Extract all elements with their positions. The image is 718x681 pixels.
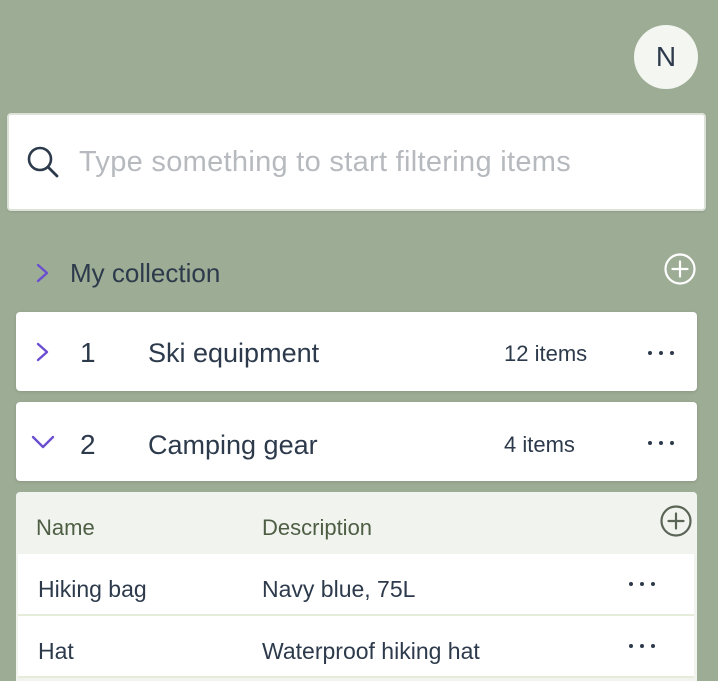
group-item-count: 4 items	[504, 432, 575, 457]
more-options-icon[interactable]	[648, 437, 674, 449]
add-item-button[interactable]	[659, 504, 693, 538]
table-row[interactable]: Hat Waterproof hiking hat	[18, 616, 694, 678]
item-description: Waterproof hiking hat	[262, 638, 480, 664]
search-input[interactable]	[79, 145, 649, 179]
item-name: Hat	[38, 638, 74, 664]
collection-title: My collection	[70, 257, 221, 288]
more-options-icon[interactable]	[629, 640, 655, 652]
page: N My collection 1 Ski equipment 12 items	[0, 0, 718, 681]
more-options-icon[interactable]	[648, 347, 674, 359]
table-header: Name Description	[16, 492, 697, 552]
more-options-icon[interactable]	[629, 578, 655, 590]
search-box[interactable]	[7, 113, 706, 211]
plus-circle-icon	[664, 253, 696, 285]
group-number: 2	[80, 429, 96, 460]
avatar-initial: N	[655, 41, 677, 72]
chevron-down-icon[interactable]	[30, 429, 56, 455]
table-row[interactable]: Hiking bag Navy blue, 75L	[18, 554, 694, 616]
group-number: 1	[80, 337, 96, 368]
group-row-camping-gear[interactable]: 2 Camping gear 4 items	[16, 402, 697, 481]
avatar[interactable]: N	[634, 25, 698, 89]
group-item-count: 12 items	[504, 341, 588, 366]
plus-circle-icon	[660, 505, 692, 537]
chevron-right-icon[interactable]	[30, 260, 56, 286]
group-name: Camping gear	[148, 430, 318, 460]
search-icon	[27, 146, 59, 178]
item-name: Hiking bag	[38, 576, 147, 602]
group-name: Ski equipment	[148, 338, 320, 368]
column-header-description: Description	[262, 515, 373, 540]
chevron-right-icon[interactable]	[30, 339, 56, 365]
items-table: Name Description Hiking bag Navy blue, 7…	[16, 492, 697, 681]
group-row-ski-equipment[interactable]: 1 Ski equipment 12 items	[16, 312, 697, 391]
item-description: Navy blue, 75L	[262, 576, 416, 602]
column-header-name: Name	[36, 515, 95, 540]
collection-header[interactable]: My collection	[16, 248, 698, 298]
add-group-button[interactable]	[663, 252, 697, 286]
